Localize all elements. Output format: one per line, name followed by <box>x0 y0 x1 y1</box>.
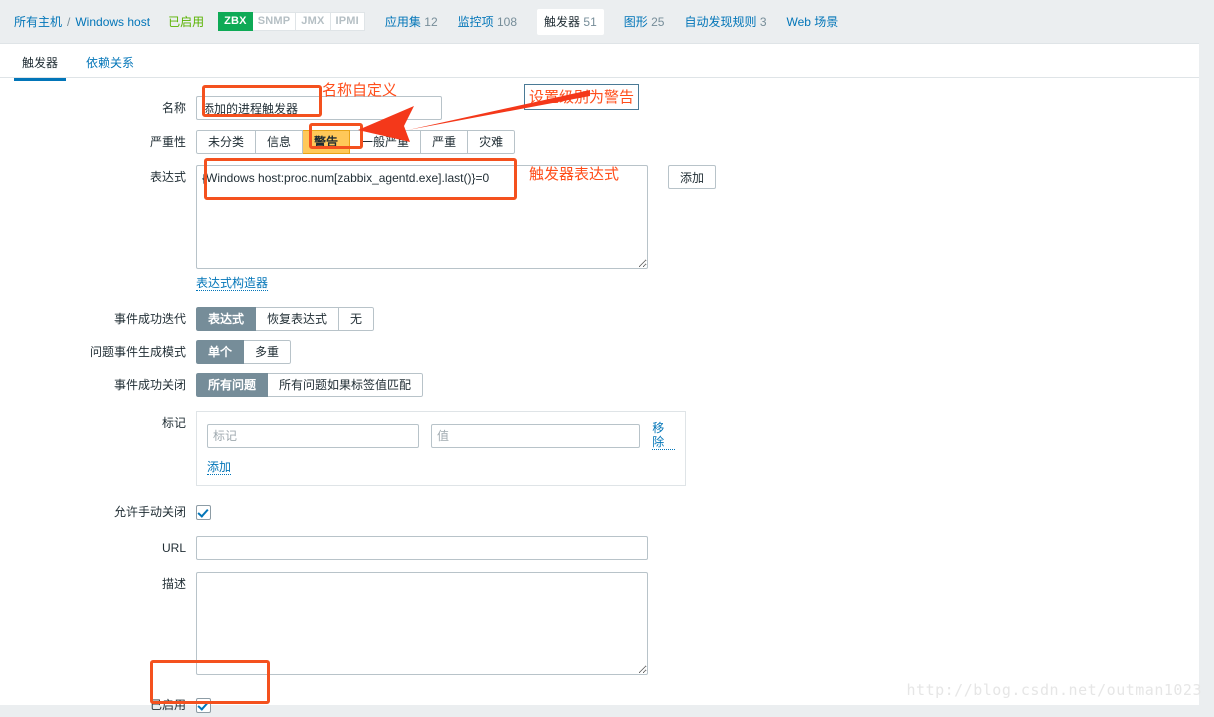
form-row-expression-constructor: 表达式构造器 <box>0 276 1199 291</box>
trigger-name-input[interactable] <box>196 96 442 120</box>
expression-add-button[interactable]: 添加 <box>668 165 716 189</box>
form-row-severity: 严重性 未分类 信息 警告 一般严重 严重 灾难 <box>0 130 1199 154</box>
nav-discovery-rules-count: 3 <box>760 15 767 29</box>
severity-label: 严重性 <box>0 130 196 154</box>
close-event-button-group: 所有问题 所有问题如果标签值匹配 <box>196 373 423 397</box>
tag-remove-link[interactable]: 移除 <box>652 421 675 450</box>
tag-row: 移除 <box>207 421 675 450</box>
content-panel: 触发器 依赖关系 名称 严重性 未分类 信息 警告 一般严重 严重 灾难 <box>0 43 1199 705</box>
url-input[interactable] <box>196 536 648 560</box>
nav-items-count: 108 <box>497 15 517 29</box>
severity-option-average[interactable]: 一般严重 <box>350 130 421 154</box>
problem-event-option-multiple[interactable]: 多重 <box>244 340 291 364</box>
form-row-expression: 表达式 添加 <box>0 165 1199 269</box>
severity-option-warning[interactable]: 警告 <box>303 130 350 154</box>
manual-close-checkbox[interactable] <box>196 505 211 520</box>
expression-label: 表达式 <box>0 165 196 189</box>
form-row-close-event: 事件成功关闭 所有问题 所有问题如果标签值匹配 <box>0 373 1199 397</box>
breadcrumb-all-hosts[interactable]: 所有主机 <box>14 13 62 30</box>
manual-close-label: 允许手动关闭 <box>0 500 196 524</box>
close-event-label: 事件成功关闭 <box>0 373 196 397</box>
interface-badges: ZBX SNMP JMX IPMI <box>218 12 365 31</box>
tag-add-row: 添加 <box>207 460 675 475</box>
close-event-option-all-problems[interactable]: 所有问题 <box>196 373 268 397</box>
severity-option-disaster[interactable]: 灾难 <box>468 130 515 154</box>
nav-graphs-count: 25 <box>651 15 664 29</box>
interface-badge-jmx: JMX <box>296 12 330 31</box>
tag-value-input[interactable] <box>431 424 640 448</box>
interface-badge-zbx: ZBX <box>218 12 253 31</box>
nav-items[interactable]: 监控项 108 <box>458 13 517 30</box>
severity-option-not-classified[interactable]: 未分类 <box>196 130 256 154</box>
nav-applications[interactable]: 应用集 12 <box>385 13 438 30</box>
tag-add-link[interactable]: 添加 <box>207 460 231 475</box>
form-row-description: 描述 <box>0 572 1199 678</box>
enabled-checkbox[interactable] <box>196 698 211 713</box>
url-label: URL <box>0 536 196 560</box>
interface-badge-snmp: SNMP <box>253 12 297 31</box>
name-label: 名称 <box>0 96 196 120</box>
nav-applications-count: 12 <box>424 15 437 29</box>
watermark-text: http://blog.csdn.net/outman1023 <box>907 681 1202 699</box>
breadcrumb-separator: / <box>67 15 70 29</box>
host-status-label: 已启用 <box>168 13 204 30</box>
close-event-option-tag-value-match[interactable]: 所有问题如果标签值匹配 <box>268 373 423 397</box>
form-row-problem-event: 问题事件生成模式 单个 多重 <box>0 340 1199 364</box>
form-row-manual-close: 允许手动关闭 <box>0 500 1199 524</box>
severity-option-information[interactable]: 信息 <box>256 130 303 154</box>
ok-event-option-expression[interactable]: 表达式 <box>196 307 256 331</box>
ok-event-option-recovery-expression[interactable]: 恢复表达式 <box>256 307 339 331</box>
enabled-label: 已启用 <box>0 693 196 717</box>
tag-name-input[interactable] <box>207 424 419 448</box>
nav-web-scenarios-label: Web 场景 <box>787 15 839 29</box>
ok-event-button-group: 表达式 恢复表达式 无 <box>196 307 374 331</box>
nav-triggers[interactable]: 触发器 51 <box>537 9 604 35</box>
tags-container: 移除 添加 <box>196 411 686 486</box>
ok-event-label: 事件成功迭代 <box>0 307 196 331</box>
nav-web-scenarios[interactable]: Web 场景 <box>787 13 839 30</box>
breadcrumb-host-name[interactable]: Windows host <box>75 15 150 29</box>
nav-graphs-label: 图形 <box>624 15 648 29</box>
nav-triggers-count: 51 <box>583 15 596 29</box>
nav-items-label: 监控项 <box>458 15 494 29</box>
tags-label: 标记 <box>0 411 196 435</box>
form-row-ok-event: 事件成功迭代 表达式 恢复表达式 无 <box>0 307 1199 331</box>
severity-button-group: 未分类 信息 警告 一般严重 严重 灾难 <box>196 130 515 154</box>
problem-event-button-group: 单个 多重 <box>196 340 291 364</box>
severity-option-high[interactable]: 严重 <box>421 130 468 154</box>
form-row-tags: 标记 移除 添加 <box>0 411 1199 486</box>
description-label: 描述 <box>0 572 196 596</box>
tab-trigger[interactable]: 触发器 <box>14 44 66 80</box>
host-breadcrumb-bar: 所有主机 / Windows host 已启用 ZBX SNMP JMX IPM… <box>0 0 1214 43</box>
nav-applications-label: 应用集 <box>385 15 421 29</box>
description-textarea[interactable] <box>196 572 648 675</box>
problem-event-option-single[interactable]: 单个 <box>196 340 244 364</box>
tab-dependencies[interactable]: 依赖关系 <box>78 44 142 80</box>
tab-strip: 触发器 依赖关系 <box>0 44 1199 78</box>
interface-badge-ipmi: IPMI <box>331 12 365 31</box>
nav-graphs[interactable]: 图形 25 <box>624 13 665 30</box>
nav-discovery-rules[interactable]: 自动发现规则 3 <box>684 13 766 30</box>
expression-constructor-link[interactable]: 表达式构造器 <box>196 276 268 291</box>
trigger-form: 名称 严重性 未分类 信息 警告 一般严重 严重 灾难 表达式 <box>0 78 1199 717</box>
nav-discovery-rules-label: 自动发现规则 <box>684 15 756 29</box>
form-row-url: URL <box>0 536 1199 560</box>
ok-event-option-none[interactable]: 无 <box>339 307 374 331</box>
nav-triggers-label: 触发器 <box>544 15 580 29</box>
form-row-name: 名称 <box>0 96 1199 120</box>
problem-event-label: 问题事件生成模式 <box>0 340 196 364</box>
trigger-expression-textarea[interactable] <box>196 165 648 269</box>
